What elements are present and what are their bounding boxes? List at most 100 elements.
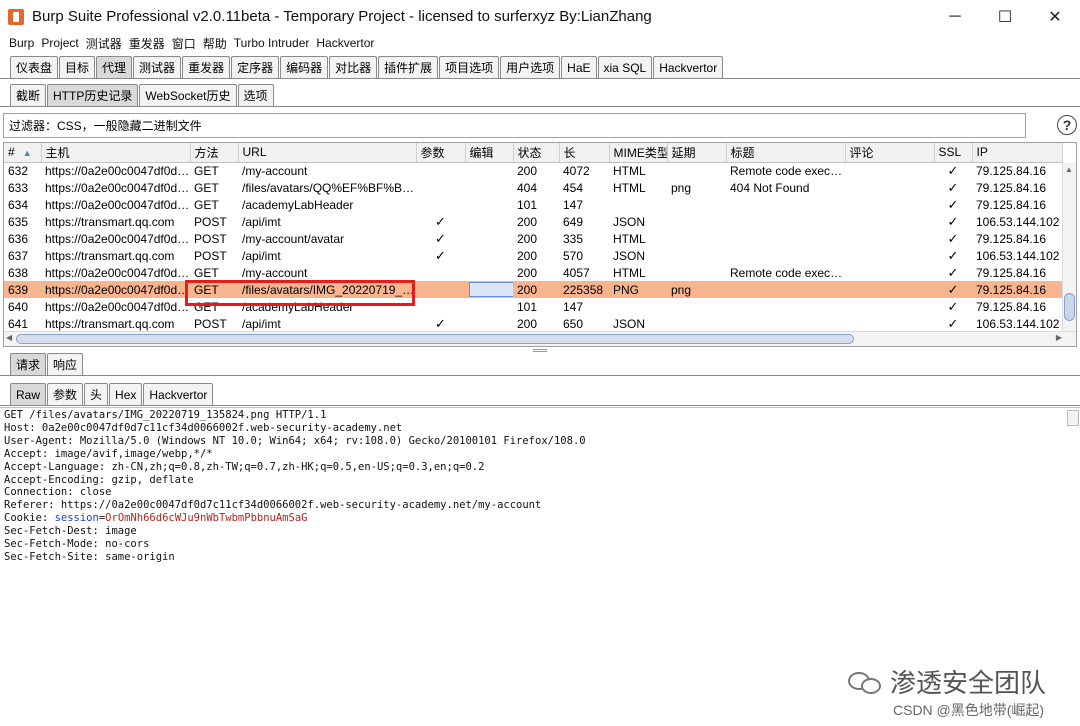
cell-title <box>726 196 845 213</box>
cell-status: 200 <box>517 265 538 280</box>
tab-item-5[interactable]: 定序器 <box>231 56 280 78</box>
column-header-item-1[interactable]: 主机 <box>41 143 191 163</box>
checkmark-icon: ✓ <box>947 179 959 195</box>
watermark-text: 渗透安全团队 <box>890 668 1047 698</box>
filter-bar[interactable]: 过滤器：CSS，一般隐藏二进制文件 <box>3 113 1026 138</box>
table-row[interactable]: 634 https://0a2e00c0047df0d7... GET/academ… <box>4 196 1062 213</box>
column-header-ip[interactable]: IP <box>972 143 1063 163</box>
column-header-item-2[interactable]: 方法 <box>190 143 239 163</box>
horizontal-scroll-thumb[interactable] <box>16 334 854 344</box>
column-header-ssl[interactable]: SSL <box>934 143 973 163</box>
view-tab-item-2[interactable]: 头 <box>84 383 109 405</box>
view-tab-hackvertor[interactable]: Hackvertor <box>143 383 214 405</box>
cell-host: https://transmart.qq.com <box>45 214 175 229</box>
edit-cell-input[interactable] <box>469 282 513 298</box>
detail-tab-item-0[interactable]: 请求 <box>10 353 47 375</box>
cell-ssl: ✓ <box>934 281 972 298</box>
help-icon[interactable]: ? <box>1057 115 1077 135</box>
menu-item-item-4[interactable]: 窗口 <box>172 35 196 52</box>
table-row[interactable]: 640 https://0a2e00c0047df0d7... GET/academ… <box>4 298 1062 315</box>
column-header-item-6[interactable]: 状态 <box>513 143 560 163</box>
menu-item-hackvertor[interactable]: Hackvertor <box>316 36 374 50</box>
splitter-grip-icon[interactable] <box>533 349 547 352</box>
checkmark-icon: ✓ <box>947 162 959 178</box>
menu-item-item-3[interactable]: 重发器 <box>129 35 165 52</box>
proxy-tab-item-3[interactable]: 选项 <box>237 84 274 106</box>
cell-method: POST <box>194 214 227 229</box>
column-header-mime[interactable]: MIME类型 <box>609 143 668 163</box>
cell-params <box>416 196 465 213</box>
column-header-item-0[interactable]: # ▲ <box>4 143 42 163</box>
column-header-item-10[interactable]: 标题 <box>726 143 846 163</box>
tab-item-7[interactable]: 对比器 <box>329 56 378 78</box>
cell-params: ✓ <box>416 213 465 230</box>
tab-item-2[interactable]: 代理 <box>96 56 133 78</box>
table-row[interactable]: 637 https://transmart.qq.com POST/api/imt ✓… <box>4 247 1062 264</box>
tab-item-6[interactable]: 编码器 <box>280 56 329 78</box>
menu-item-project[interactable]: Project <box>41 36 78 50</box>
view-tab-item-1[interactable]: 参数 <box>47 383 84 405</box>
column-header-url[interactable]: URL <box>238 143 417 163</box>
cell-number: 641 <box>8 316 29 331</box>
tab-item-1[interactable]: 目标 <box>59 56 96 78</box>
menu-item-item-5[interactable]: 帮助 <box>203 35 227 52</box>
table-row[interactable]: 638 https://0a2e00c0047df0d7... GET/my-acc… <box>4 264 1062 281</box>
vertical-scrollbar[interactable]: ▲ <box>1062 163 1076 331</box>
tab-hae[interactable]: HaE <box>561 56 597 78</box>
burp-logo-icon <box>8 8 24 25</box>
cell-status: 200 <box>517 316 538 331</box>
cell-ip: 106.53.144.102 <box>976 248 1060 263</box>
menu-item-turbo-intruder[interactable]: Turbo Intruder <box>234 36 310 50</box>
maximize-button[interactable]: ☐ <box>980 0 1030 33</box>
table-row[interactable]: 636 https://0a2e00c0047df0d7... POST/my-ac… <box>4 230 1062 247</box>
tab-item-10[interactable]: 用户选项 <box>500 56 561 78</box>
view-tab-hex[interactable]: Hex <box>109 383 143 405</box>
column-header-item-9[interactable]: 延期 <box>667 143 727 163</box>
checkmark-icon: ✓ <box>947 196 959 212</box>
horizontal-scrollbar[interactable]: ◀ ▶ <box>4 331 1076 346</box>
request-line: Accept-Language: zh-CN,zh;q=0.8,zh-TW;q=… <box>4 460 485 473</box>
table-row[interactable]: 633 https://0a2e00c0047df0d7... GET/files/… <box>4 179 1062 196</box>
proxy-tab-item-0[interactable]: 截断 <box>10 84 47 106</box>
tab-item-8[interactable]: 插件扩展 <box>378 56 439 78</box>
cell-host: https://0a2e00c0047df0d7... <box>45 299 190 314</box>
tab-xia-sql[interactable]: xia SQL <box>597 56 653 78</box>
column-header-item-11[interactable]: 评论 <box>845 143 935 163</box>
cell-length: 225358 <box>559 281 609 298</box>
tab-item-3[interactable]: 测试器 <box>133 56 182 78</box>
scroll-left-icon[interactable]: ◀ <box>6 333 12 342</box>
vertical-scroll-thumb[interactable] <box>1064 293 1075 321</box>
menu-item-burp[interactable]: Burp <box>9 36 34 50</box>
cell-number: 639 <box>4 281 41 298</box>
tab-item-0[interactable]: 仪表盘 <box>10 56 59 78</box>
column-header-label: 主机 <box>45 145 70 160</box>
table-row-selected[interactable]: 639 https://0a2e00c0047df0d7... GET/files/… <box>4 281 1062 298</box>
cell-ip: 106.53.144.102 <box>976 214 1060 229</box>
minimize-button[interactable]: ─ <box>930 0 980 33</box>
tab-item-9[interactable]: 项目选项 <box>439 56 500 78</box>
column-header-item-4[interactable]: 参数 <box>416 143 466 163</box>
cell-comment <box>845 315 934 332</box>
detail-tab-item-1[interactable]: 响应 <box>47 353 84 375</box>
cookie-value: OrOmNh66d6cWJu9nWbTwbmPbbnuAmSaG <box>105 512 308 525</box>
column-header-item-7[interactable]: 长 <box>559 143 610 163</box>
cell-extension <box>667 196 726 213</box>
menu-item-item-2[interactable]: 测试器 <box>86 35 122 52</box>
column-header-label: # <box>8 145 15 160</box>
view-tab-raw[interactable]: Raw <box>10 383 47 405</box>
editor-scrollbar[interactable] <box>1067 410 1079 426</box>
scroll-up-icon[interactable]: ▲ <box>1065 165 1073 174</box>
tab-item-4[interactable]: 重发器 <box>182 56 231 78</box>
cell-method: GET <box>194 197 219 212</box>
column-header-item-5[interactable]: 编辑 <box>465 143 514 163</box>
table-row[interactable]: 635 https://transmart.qq.com POST/api/imt ✓… <box>4 213 1062 230</box>
proxy-tab-websocket[interactable]: WebSocket历史 <box>139 84 237 106</box>
proxy-tab-http[interactable]: HTTP历史记录 <box>47 84 139 106</box>
close-button[interactable]: ✕ <box>1030 0 1080 33</box>
tab-hackvertor[interactable]: Hackvertor <box>653 56 724 78</box>
scroll-right-icon[interactable]: ▶ <box>1056 333 1062 342</box>
table-row[interactable]: 641 https://transmart.qq.com POST/api/imt ✓… <box>4 315 1062 332</box>
table-row[interactable]: 632 https://0a2e00c0047df0d7... GET/my-acc… <box>4 162 1062 179</box>
cell-host: https://transmart.qq.com <box>45 248 175 263</box>
cell-url: /files/avatars/QQ%EF%BF%BD... <box>242 180 416 195</box>
